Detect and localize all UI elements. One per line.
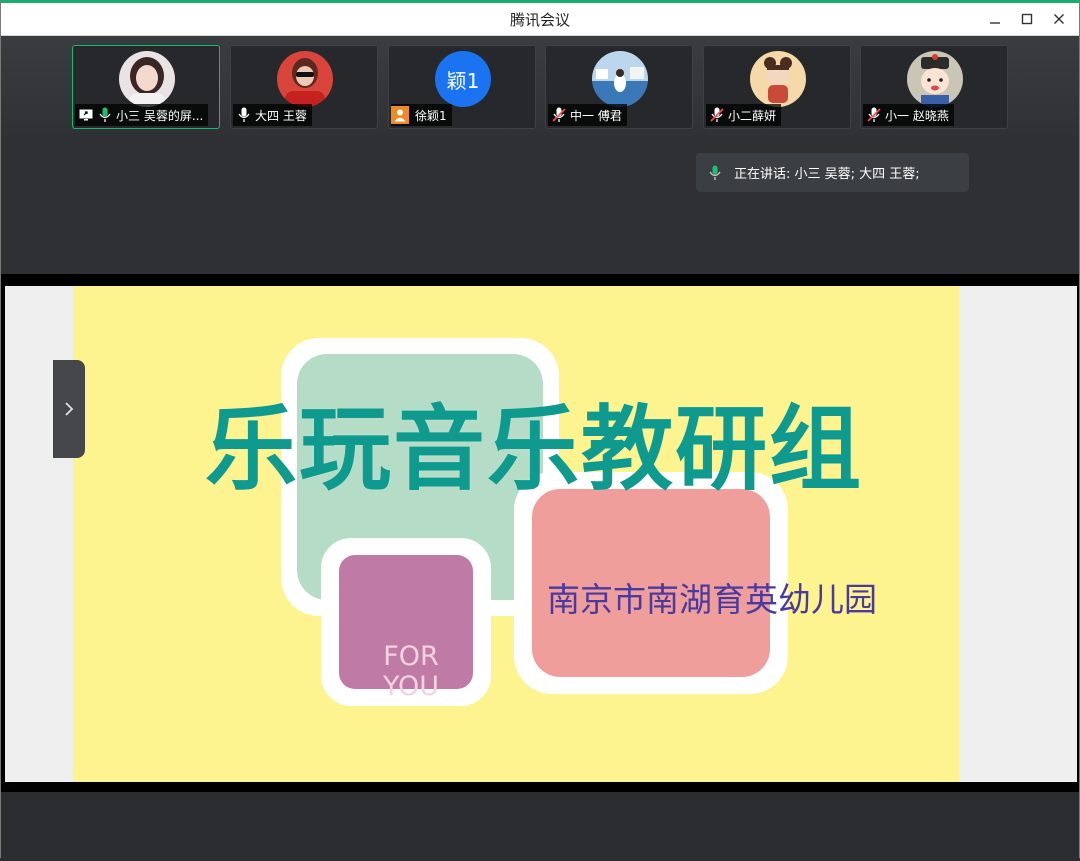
participant-tile[interactable]: 小一 赵晓燕 (860, 45, 1008, 129)
speaking-label: 正在讲话: 小三 吴蓉; 大四 王蓉; (734, 167, 920, 182)
mic-muted-icon (866, 107, 882, 123)
presentation-slide: 乐玩音乐教研组 南京市南湖育英幼儿园 FOR YOU (73, 286, 959, 782)
mic-muted-icon (551, 107, 567, 123)
participant-namebar: 小二薛妍 (706, 104, 782, 126)
maximize-icon (1021, 13, 1033, 25)
avatar (907, 51, 963, 107)
slide-subtitle: 南京市南湖育英幼儿园 (547, 580, 877, 619)
slide-badge: FOR YOU (341, 642, 481, 701)
slide-graphics (281, 338, 788, 706)
mic-icon (236, 107, 252, 123)
avatar: 颖1 (435, 51, 491, 107)
participant-name: 大四 王蓉 (255, 108, 307, 123)
close-icon (1054, 14, 1064, 24)
slide-title: 乐玩音乐教研组 (205, 396, 864, 503)
mic-muted-icon (709, 107, 725, 123)
chevron-right-icon (65, 402, 74, 416)
participant-tile[interactable]: 中一 傅君 (545, 45, 693, 129)
slide-badge-line: FOR (383, 641, 439, 672)
participant-tile[interactable]: 小三 吴蓉的屏... (72, 45, 220, 129)
minimize-icon (990, 22, 1000, 24)
title-bar: 腾讯会议 (1, 3, 1079, 36)
participant-tile[interactable]: 大四 王蓉 (230, 45, 378, 129)
participant-name: 徐颖1 (415, 108, 447, 123)
window-title: 腾讯会议 (509, 11, 570, 29)
participant-strip: 小三 吴蓉的屏... 大四 王蓉 颖1 徐颖1 中一 傅君 小二薛妍 小一 赵晓… (1, 36, 1079, 138)
participant-name: 中一 傅君 (570, 108, 622, 123)
mic-icon (97, 107, 113, 123)
minimize-button[interactable] (983, 7, 1007, 31)
avatar (119, 51, 175, 107)
participant-tile[interactable]: 颖1 徐颖1 (388, 45, 536, 129)
participant-name: 小一 赵晓燕 (885, 108, 949, 123)
avatar (277, 51, 333, 107)
person-icon (391, 106, 409, 124)
avatar (750, 51, 806, 107)
mic-icon (696, 165, 734, 181)
participant-namebar: 大四 王蓉 (233, 104, 312, 126)
avatar-text: 颖1 (435, 51, 491, 107)
participant-tile[interactable]: 小二薛妍 (703, 45, 851, 129)
close-button[interactable] (1047, 7, 1071, 31)
speaking-indicator: 正在讲话: 小三 吴蓉; 大四 王蓉; (696, 153, 969, 192)
side-panel-toggle[interactable] (53, 360, 85, 458)
participant-namebar: 中一 傅君 (548, 104, 627, 126)
participant-name: 小三 吴蓉的屏... (116, 108, 204, 123)
participant-namebar: 徐颖1 (391, 104, 452, 126)
participant-namebar: 小三 吴蓉的屏... (75, 104, 209, 126)
slide-badge-line: YOU (382, 670, 440, 702)
maximize-button[interactable] (1015, 7, 1039, 31)
bottom-area (1, 792, 1079, 861)
app-window: 腾讯会议 小三 吴蓉的屏... 大四 王蓉 颖1 徐颖1 中一 傅君 小二薛妍 … (0, 0, 1080, 861)
participant-namebar: 小一 赵晓燕 (863, 104, 954, 126)
screen-share-icon (78, 107, 94, 123)
avatar (592, 51, 648, 107)
participant-name: 小二薛妍 (728, 108, 777, 123)
